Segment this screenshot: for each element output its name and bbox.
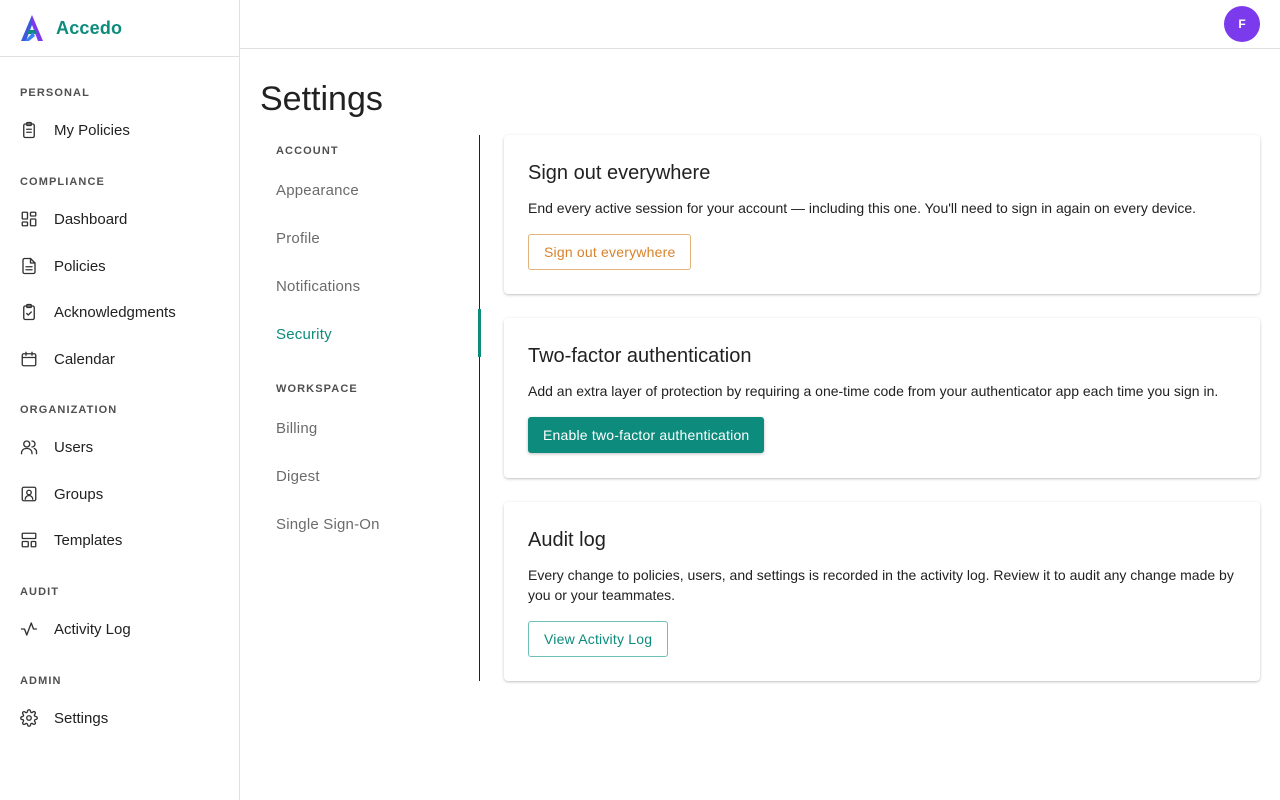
dashboard-icon [21,211,37,227]
sidebar: Accedo PERSONAL My Policies COMPLIANCE D… [0,0,240,800]
sidebar-item-settings[interactable]: Settings [0,698,239,738]
sidebar-item-label: Acknowledgments [54,303,176,321]
sign-out-everywhere-button[interactable]: Sign out everywhere [528,234,692,270]
view-activity-log-button[interactable]: View Activity Log [528,621,669,657]
signout-card-title: Sign out everywhere [528,162,711,184]
sidebar-item-templates[interactable]: Templates [0,520,239,560]
group-icon [21,486,37,502]
sidebar-item-dashboard[interactable]: Dashboard [0,199,239,239]
sidebar-item-users[interactable]: Users [0,427,239,467]
audit-log-card-description: Every change to policies, users, and set… [528,567,1234,603]
users-icon [20,440,38,455]
audit-log-card: Audit log Every change to policies, user… [504,502,1260,681]
sidebar-item-groups[interactable]: Groups [0,474,239,514]
signout-card-description: End every active session for your accoun… [528,200,1197,216]
two-factor-card: Two-factor authentication Add an extra l… [504,318,1260,478]
nav-heading-organization: ORGANIZATION [20,404,118,416]
signout-card: Sign out everywhere End every active ses… [504,135,1260,294]
sidebar-item-label: Calendar [54,350,115,368]
audit-log-card-title: Audit log [528,529,606,551]
sidebar-item-label: Activity Log [54,620,131,638]
sidebar-item-policies[interactable]: Policies [0,246,239,286]
sidebar-item-label: My Policies [54,121,130,139]
sidebar-item-label: Policies [54,257,106,275]
active-tab-indicator [478,309,481,357]
brand-name: Accedo [56,17,123,38]
nav-heading-admin: ADMIN [20,675,62,687]
settings-nav-heading-workspace: WORKSPACE [276,383,358,395]
sidebar-item-label: Users [54,438,94,456]
two-factor-card-title: Two-factor authentication [528,345,752,367]
nav-heading-audit: AUDIT [20,586,60,598]
gear-icon [20,709,38,727]
sidebar-item-label: Templates [54,531,123,549]
sidebar-item-activity-log[interactable]: Activity Log [0,609,239,649]
settings-tab-appearance[interactable]: Appearance [260,166,480,214]
settings-tab-digest[interactable]: Digest [260,452,480,500]
accedo-logo-icon [21,15,43,41]
nav-heading-personal: PERSONAL [20,87,90,99]
clipboard-icon [23,121,35,139]
templates-icon [21,532,37,548]
two-factor-card-description: Add an extra layer of protection by requ… [528,383,1219,399]
calendar-icon [21,351,37,367]
enable-two-factor-button[interactable]: Enable two-factor authentication [528,417,765,453]
top-bar: F [240,0,1280,49]
settings-tab-security[interactable]: Security [260,310,480,358]
settings-nav: ACCOUNT Appearance Profile Notifications… [260,135,481,681]
clipboard-check-icon [23,303,35,321]
avatar[interactable]: F [1224,6,1260,42]
settings-nav-heading-account: ACCOUNT [276,145,339,157]
sidebar-item-my-policies[interactable]: My Policies [0,110,239,150]
activity-icon [20,622,38,636]
nav-heading-compliance: COMPLIANCE [20,176,105,188]
document-icon [22,257,36,275]
settings-tab-billing[interactable]: Billing [260,404,480,452]
sidebar-item-acknowledgments[interactable]: Acknowledgments [0,292,239,332]
settings-tab-profile[interactable]: Profile [260,214,480,262]
sidebar-item-label: Groups [54,485,104,503]
page-title: Settings [260,80,383,118]
settings-tab-single-sign-on[interactable]: Single Sign-On [260,500,480,548]
sidebar-item-calendar[interactable]: Calendar [0,339,239,379]
sidebar-item-label: Settings [54,709,109,727]
brand-header[interactable]: Accedo [0,0,239,57]
sidebar-item-label: Dashboard [54,210,128,228]
settings-tab-notifications[interactable]: Notifications [260,262,480,310]
